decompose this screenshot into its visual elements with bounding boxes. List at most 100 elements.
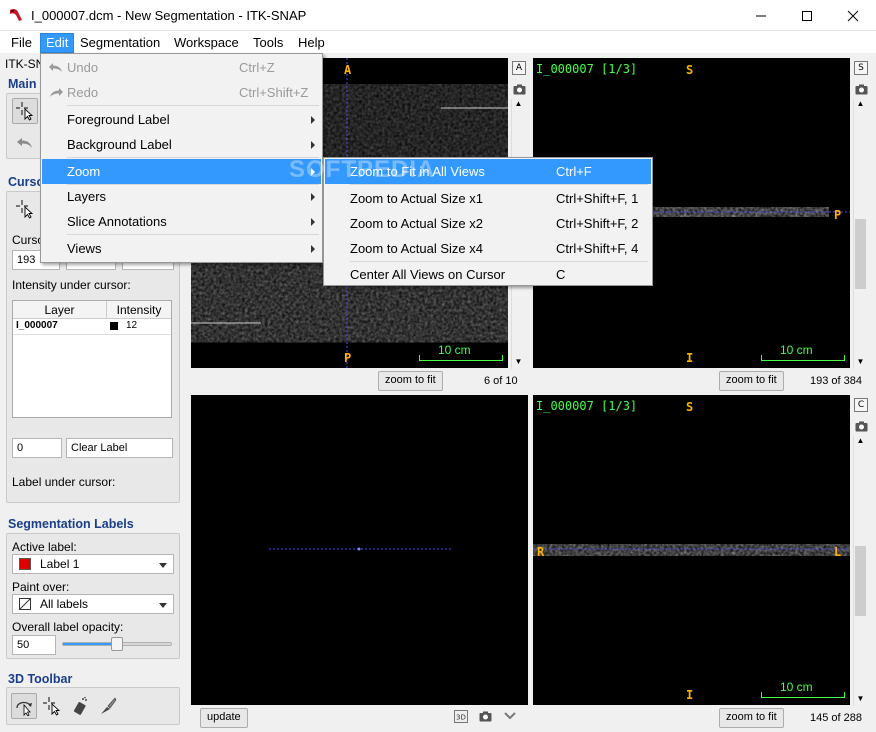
crosshair-tool-button[interactable] [12, 98, 38, 124]
table-header-intensity[interactable]: Intensity [107, 301, 171, 319]
3d-crosshair-tool-button[interactable] [39, 693, 65, 719]
menu-workspace[interactable]: Workspace [169, 33, 244, 53]
maximize-button[interactable] [784, 0, 830, 31]
crosshair-cursor-icon [16, 102, 34, 121]
sagittal-scrollbar[interactable]: ▲ ▼ [853, 99, 867, 369]
menu-item-label: Zoom to Actual Size x2 [350, 216, 483, 231]
coronal-scrollbar[interactable]: ▲ ▼ [853, 436, 867, 706]
label-under-cursor-caption: Label under cursor: [12, 475, 116, 489]
menu-item-foreground-label[interactable]: Foreground Label [42, 107, 321, 132]
title-bar: I_000007.dcm - New Segmentation - ITK-SN… [0, 0, 876, 31]
layer-intensity-table[interactable]: Layer Intensity I_000007 12 [12, 300, 172, 418]
menu-item-zoom-x2[interactable]: Zoom to Actual Size x2 Ctrl+Shift+F, 2 [325, 211, 651, 236]
menu-item-label: Layers [67, 189, 107, 204]
menu-item-label: Slice Annotations [67, 214, 167, 229]
menu-item-background-label[interactable]: Background Label [42, 132, 321, 157]
opacity-slider-thumb[interactable] [111, 637, 123, 651]
active-label-combo[interactable]: Label 1 [12, 554, 174, 574]
active-label-caption: Active label: [12, 540, 77, 554]
opacity-field[interactable]: 50 [12, 635, 56, 655]
menu-item-label: Center All Views on Cursor [350, 267, 506, 282]
intensity-swatch [110, 322, 118, 330]
scroll-down-icon[interactable]: ▼ [855, 357, 866, 369]
3d-scalpel-tool-button[interactable] [95, 693, 121, 719]
cursor-inspector-title: Curso [8, 175, 45, 189]
undo-tool-button[interactable] [12, 130, 38, 156]
3d-update-button[interactable]: update [200, 708, 248, 728]
menu-tools[interactable]: Tools [248, 33, 288, 53]
menu-segmentation[interactable]: Segmentation [75, 33, 165, 53]
maximize-icon [802, 10, 812, 21]
label-name-field[interactable]: Clear Label [66, 438, 173, 458]
menu-item-center-views[interactable]: Center All Views on Cursor C [325, 262, 651, 287]
label-color-swatch [19, 558, 31, 570]
axial-slice-counter: 6 of 10 [484, 375, 518, 387]
menu-item-slice-annotations[interactable]: Slice Annotations [42, 209, 321, 234]
label-id-field[interactable]: 0 [12, 438, 62, 458]
3d-toolbar-group [6, 687, 180, 725]
active-label-value: Label 1 [40, 557, 80, 571]
3d-rotate-tool-button[interactable] [11, 693, 37, 719]
menu-help[interactable]: Help [293, 33, 330, 53]
table-row[interactable]: I_000007 12 [13, 319, 171, 335]
orientation-left: R [537, 545, 545, 559]
menu-item-zoom-x1[interactable]: Zoom to Actual Size x1 Ctrl+Shift+F, 1 [325, 186, 651, 211]
svg-text:3D: 3D [456, 714, 466, 722]
cursor-inspector-tool-button[interactable] [12, 196, 38, 222]
camera-icon[interactable] [855, 421, 868, 432]
scroll-down-icon[interactable]: ▼ [855, 694, 866, 706]
menu-item-label: Zoom to Actual Size x4 [350, 241, 483, 256]
menu-edit[interactable]: Edit [40, 33, 75, 53]
axial-view-toggle-button[interactable]: A [512, 61, 526, 75]
menu-item-undo[interactable]: Undo Ctrl+Z [42, 55, 321, 80]
scrollbar-thumb[interactable] [855, 546, 866, 616]
camera-icon[interactable] [479, 711, 492, 722]
scroll-up-icon[interactable]: ▲ [855, 99, 866, 111]
orientation-top: A [344, 63, 352, 77]
chevron-down-icon [159, 603, 167, 608]
coronal-view-toggle-button[interactable]: C [854, 398, 868, 412]
orientation-right: L [834, 545, 842, 559]
menu-separator [67, 105, 319, 106]
menu-item-views[interactable]: Views [42, 236, 321, 261]
coronal-image [533, 545, 850, 555]
menu-file[interactable]: File [6, 33, 37, 53]
submenu-arrow-icon [311, 193, 315, 201]
table-header-layer[interactable]: Layer [13, 301, 107, 319]
scrollbar-thumb[interactable] [855, 219, 866, 289]
close-button[interactable] [830, 0, 876, 31]
menu-item-label: Zoom [67, 164, 101, 179]
camera-icon[interactable] [855, 84, 868, 95]
paint-over-value: All labels [40, 597, 89, 611]
chevron-down-icon[interactable] [504, 712, 516, 720]
3d-spray-tool-button[interactable] [67, 693, 93, 719]
minimize-button[interactable] [738, 0, 784, 31]
undo-arrow-icon [17, 138, 32, 148]
sagittal-zoom-to-fit-button[interactable]: zoom to fit [719, 371, 784, 391]
opacity-slider[interactable] [62, 637, 172, 651]
menu-item-layers[interactable]: Layers [42, 184, 321, 209]
menu-item-redo[interactable]: Redo Ctrl+Shift+Z [42, 80, 321, 105]
undo-icon [49, 63, 62, 72]
coronal-zoom-to-fit-button[interactable]: zoom to fit [719, 708, 784, 728]
coronal-view[interactable]: I_000007 [1/3] S R L I 10 cm [533, 395, 850, 705]
scroll-up-icon[interactable]: ▲ [855, 436, 866, 448]
scroll-up-icon[interactable]: ▲ [513, 99, 524, 111]
menu-item-zoom-to-fit-all[interactable]: Zoom to Fit in All Views Ctrl+F SOFTPEDI… [289, 157, 651, 184]
3d-view-icon[interactable]: 3D [454, 710, 468, 723]
chevron-down-icon [159, 563, 167, 568]
layer-name-label: I_000007 [1/3] [536, 62, 638, 76]
menu-item-zoom-x4[interactable]: Zoom to Actual Size x4 Ctrl+Shift+F, 4 [325, 236, 651, 261]
camera-icon[interactable] [513, 84, 526, 95]
softpedia-watermark: SOFTPEDIA [289, 156, 436, 183]
scroll-down-icon[interactable]: ▼ [513, 357, 524, 369]
sagittal-view-toggle-button[interactable]: S [854, 61, 868, 75]
axial-zoom-to-fit-button[interactable]: zoom to fit [378, 371, 443, 391]
3d-toolbar-title: 3D Toolbar [8, 672, 73, 686]
3d-view[interactable] [191, 395, 528, 705]
menu-item-zoom[interactable]: Zoom [42, 159, 321, 184]
menu-item-shortcut: Ctrl+Shift+F, 4 [556, 241, 639, 256]
orientation-top: S [686, 400, 694, 414]
intensity-label: Intensity under cursor: [12, 278, 131, 292]
paint-over-combo[interactable]: All labels [12, 594, 174, 614]
